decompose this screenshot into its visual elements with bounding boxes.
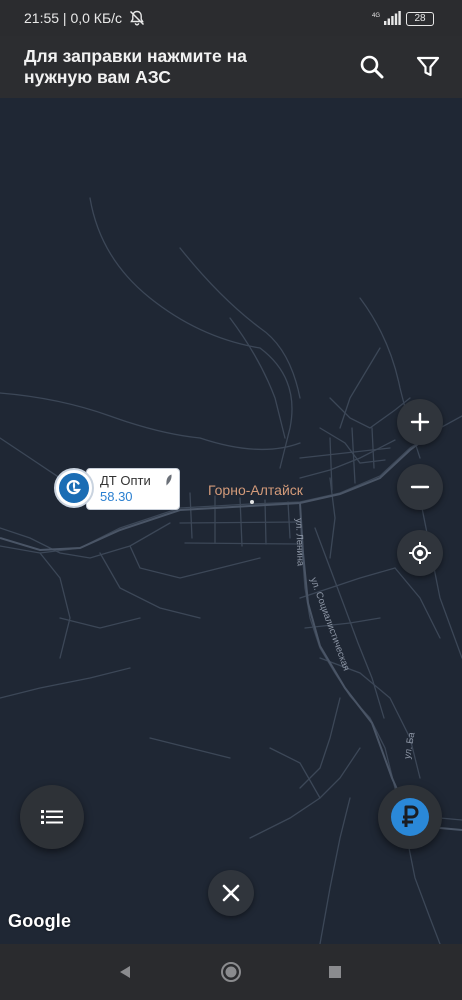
search-icon	[360, 55, 384, 79]
crosshair-icon	[409, 542, 431, 564]
leaf-icon	[166, 474, 172, 486]
home-circle-icon	[221, 962, 241, 982]
recents-square-icon	[329, 966, 341, 978]
network-type: 4G	[372, 13, 380, 19]
google-attribution: Google	[8, 911, 72, 931]
map-view[interactable]: Горно-Алтайск ул. Ленина ул. Социалистич…	[0, 98, 462, 944]
signal-icon: 4G	[372, 11, 401, 25]
price-button[interactable]	[378, 785, 442, 849]
my-location-button[interactable]	[397, 530, 443, 576]
filter-button[interactable]	[411, 50, 445, 84]
filter-icon	[416, 56, 440, 77]
recents-button[interactable]	[321, 958, 349, 986]
city-center-dot	[250, 500, 254, 504]
status-bar: 21:55 | 0,0 КБ/с 4G 28	[0, 0, 462, 36]
screen: 21:55 | 0,0 КБ/с 4G 28 Для заправки нажм…	[0, 0, 462, 1000]
back-triangle-icon	[120, 966, 130, 978]
list-button[interactable]	[20, 785, 84, 849]
street-label-lenina: ул. Ленина	[293, 518, 306, 567]
search-button[interactable]	[355, 50, 389, 84]
minus-icon	[410, 485, 430, 489]
close-button[interactable]	[208, 870, 254, 916]
page-title: Для заправки нажмите на нужную вам АЗС	[24, 46, 247, 87]
plus-icon	[410, 412, 430, 432]
station-marker[interactable]: ДТ Опти 58.30	[54, 468, 180, 510]
list-icon	[41, 810, 63, 824]
station-card[interactable]: ДТ Опти 58.30	[86, 468, 180, 510]
status-time: 21:55 | 0,0 КБ/с	[24, 10, 123, 26]
battery-indicator: 28	[406, 12, 434, 26]
city-label: Горно-Алтайск	[208, 482, 303, 498]
close-icon	[222, 884, 240, 902]
station-price: 58.30	[100, 489, 133, 504]
zoom-in-button[interactable]	[397, 399, 443, 445]
back-button[interactable]	[111, 958, 139, 986]
zoom-out-button[interactable]	[397, 464, 443, 510]
system-nav-bar	[0, 944, 462, 1000]
ruble-icon	[391, 798, 429, 836]
home-button[interactable]	[217, 958, 245, 986]
muted-bell-icon	[129, 10, 145, 26]
gazprom-logo-icon	[54, 468, 94, 508]
app-bar: Для заправки нажмите на нужную вам АЗС	[0, 36, 462, 98]
